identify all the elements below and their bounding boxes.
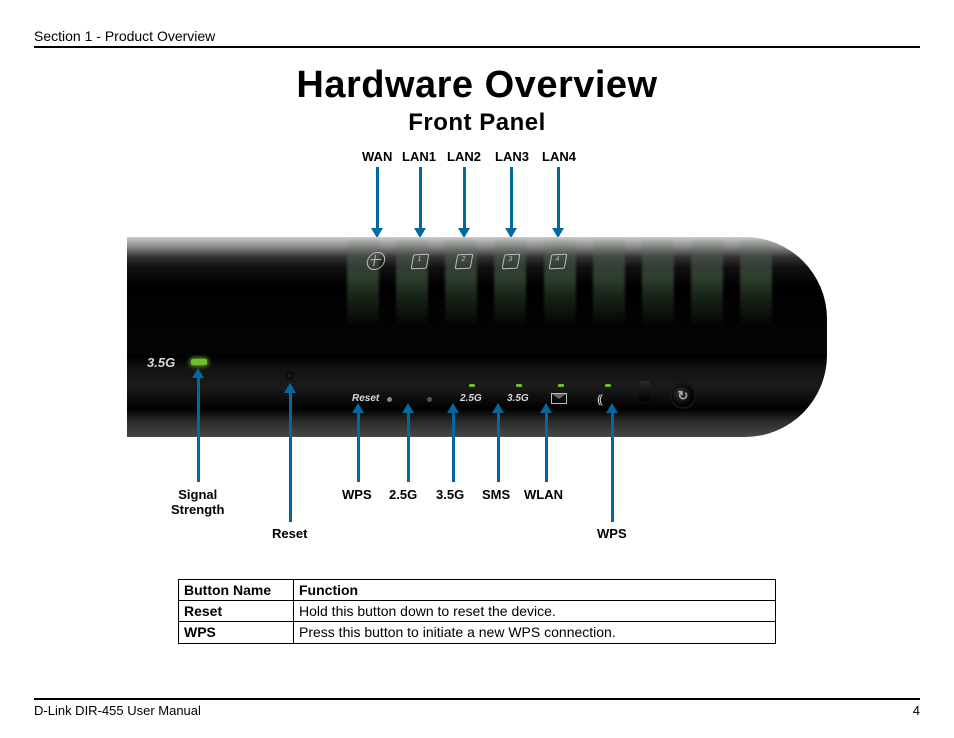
header-section: Section 1 - Product Overview: [34, 28, 920, 48]
footer-product: D-Link DIR-455 User Manual: [34, 703, 201, 718]
wps-refresh-icon: ↻: [678, 388, 689, 403]
table-header-row: Button Name Function: [179, 580, 776, 601]
wlan-led: [605, 384, 611, 387]
g35-led: [516, 384, 522, 387]
lan2-icon: 2: [455, 254, 474, 270]
arrow-lan4: [557, 167, 560, 229]
signal-strength-label: 3.5G: [147, 355, 175, 370]
lan3-icon: 3: [502, 254, 521, 270]
label-25g: 2.5G: [389, 487, 417, 502]
label-lan2: LAN2: [447, 149, 481, 164]
reset-pinhole[interactable]: [287, 373, 292, 378]
lan4-icon: 4: [549, 254, 568, 270]
header-function: Function: [294, 580, 776, 601]
arrow-wps-btn: [611, 412, 614, 522]
header-button-name: Button Name: [179, 580, 294, 601]
g35-label: 3.5G: [507, 393, 529, 404]
label-reset: Reset: [272, 526, 307, 541]
label-sms: SMS: [482, 487, 510, 502]
wps-led: [427, 397, 432, 402]
g25-label: 2.5G: [460, 393, 482, 404]
arrow-lan1: [419, 167, 422, 229]
label-wps-btn: WPS: [597, 526, 627, 541]
cell-wps-name: WPS: [179, 622, 294, 643]
router-light-stripes: [347, 237, 772, 327]
button-function-table: Button Name Function Reset Hold this but…: [178, 579, 776, 644]
arrow-wps-led: [357, 412, 360, 482]
wlan-waves-icon: ((: [597, 392, 601, 406]
side-switch[interactable]: [639, 381, 650, 401]
table-row: WPS Press this button to initiate a new …: [179, 622, 776, 643]
label-lan4: LAN4: [542, 149, 576, 164]
arrow-wlan: [545, 412, 548, 482]
label-lan3: LAN3: [495, 149, 529, 164]
cell-wps-func: Press this button to initiate a new WPS …: [294, 622, 776, 643]
signal-strength-led: [191, 359, 207, 365]
hardware-diagram: WAN LAN1 LAN2 LAN3 LAN4 1 2 3 4 3.5G Res…: [127, 149, 827, 579]
page-subtitle: Front Panel: [34, 109, 920, 137]
label-lan1: LAN1: [402, 149, 436, 164]
label-wlan: WLAN: [524, 487, 563, 502]
label-wan: WAN: [362, 149, 392, 164]
arrow-reset: [289, 392, 292, 522]
reset-indicator: [387, 397, 392, 402]
arrow-sms: [497, 412, 500, 482]
arrow-lan3: [510, 167, 513, 229]
footer-page-number: 4: [913, 703, 920, 718]
arrow-25g: [407, 412, 410, 482]
label-35g: 3.5G: [436, 487, 464, 502]
page-footer: D-Link DIR-455 User Manual 4: [34, 698, 920, 718]
cell-reset-name: Reset: [179, 601, 294, 622]
arrow-35g: [452, 412, 455, 482]
lan1-icon: 1: [411, 254, 430, 270]
arrow-signal: [197, 377, 200, 482]
wps-button[interactable]: ↻: [672, 385, 694, 407]
arrow-wan: [376, 167, 379, 229]
label-wps-led: WPS: [342, 487, 372, 502]
cell-reset-func: Hold this button down to reset the devic…: [294, 601, 776, 622]
g25-led: [469, 384, 475, 387]
arrow-lan2: [463, 167, 466, 229]
table-row: Reset Hold this button down to reset the…: [179, 601, 776, 622]
page-title: Hardware Overview: [34, 64, 920, 107]
sms-led: [558, 384, 564, 387]
router-device-image: 1 2 3 4 3.5G Reset 2.5G 3.5G (( ↻: [127, 237, 827, 437]
label-signal-strength: Signal Strength: [171, 487, 224, 517]
sms-envelope-icon: [551, 393, 567, 404]
